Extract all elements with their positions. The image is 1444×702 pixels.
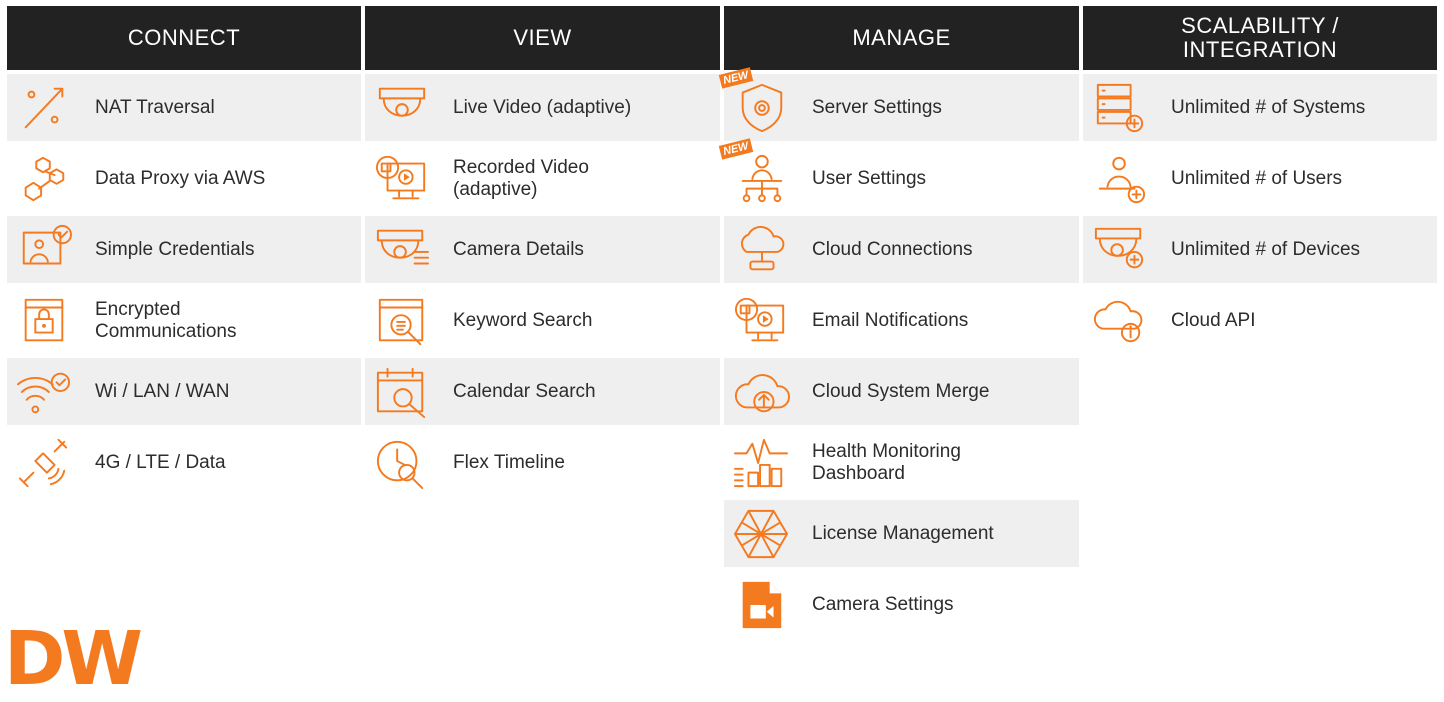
feature-label: Cloud Connections — [812, 238, 973, 260]
feature-item: Health Monitoring Dashboard — [724, 429, 1079, 496]
feature-label: Flex Timeline — [453, 451, 565, 473]
feature-item: Calendar Search — [365, 358, 720, 425]
feature-label: Calendar Search — [453, 380, 596, 402]
feature-item: Live Video (adaptive) — [365, 74, 720, 141]
lock-window-icon — [7, 290, 81, 352]
feature-label: Unlimited # of Users — [1171, 167, 1343, 189]
feature-label: Live Video (adaptive) — [453, 96, 632, 118]
column-header: MANAGE — [724, 6, 1079, 70]
shield-gear-icon: NEW — [718, 66, 798, 139]
column-header: SCALABILITY / INTEGRATION — [1083, 6, 1437, 70]
cloud-info-icon — [1083, 290, 1157, 352]
cloud-upload-icon — [724, 361, 798, 423]
cloud-connection-icon — [724, 219, 798, 281]
feature-item: Cloud System Merge — [724, 358, 1079, 425]
column-view: VIEW Live Video (adaptive) Recorded Video … — [365, 6, 720, 642]
feature-label: Health Monitoring Dashboard — [812, 440, 961, 484]
feature-label: Cloud API — [1171, 309, 1256, 331]
feature-item: 4G / LTE / Data — [7, 429, 361, 496]
dome-camera-icon — [365, 77, 439, 139]
feature-label: Unlimited # of Devices — [1171, 238, 1361, 260]
feature-item: Camera Details — [365, 216, 720, 283]
feature-item: Encrypted Communications — [7, 287, 361, 354]
feature-item: NAT Traversal — [7, 74, 361, 141]
feature-label: User Settings — [812, 167, 927, 189]
feature-grid: CONNECT NAT Traversal Data Proxy via AWS Si… — [7, 6, 1437, 642]
feature-item: Unlimited # of Users — [1083, 145, 1437, 212]
recorded-video-icon — [365, 148, 439, 210]
feature-label: Keyword Search — [453, 309, 593, 331]
health-chart-icon — [724, 432, 798, 494]
feature-item: Cloud API — [1083, 287, 1437, 354]
feature-label: Server Settings — [812, 96, 942, 118]
feature-label: Encrypted Communications — [95, 298, 237, 342]
feature-label: Camera Settings — [812, 593, 954, 615]
camera-file-icon — [724, 574, 798, 636]
feature-item: Flex Timeline — [365, 429, 720, 496]
user-network-icon: NEW — [718, 137, 798, 210]
feature-label: Recorded Video (adaptive) — [453, 156, 589, 200]
column-header: VIEW — [365, 6, 720, 70]
feature-label: Cloud System Merge — [812, 380, 990, 402]
feature-item: Recorded Video (adaptive) — [365, 145, 720, 212]
feature-item: Simple Credentials — [7, 216, 361, 283]
feature-label: Data Proxy via AWS — [95, 167, 266, 189]
email-video-icon — [724, 290, 798, 352]
feature-item: NEW Server Settings — [718, 66, 1079, 141]
feature-item: Data Proxy via AWS — [7, 145, 361, 212]
server-plus-icon — [1083, 77, 1157, 139]
user-plus-icon — [1083, 148, 1157, 210]
feature-label: 4G / LTE / Data — [95, 451, 226, 473]
data-proxy-icon — [7, 148, 81, 210]
feature-label: License Management — [812, 522, 994, 544]
feature-label: Wi / LAN / WAN — [95, 380, 230, 402]
feature-item: Wi / LAN / WAN — [7, 358, 361, 425]
feature-item: Unlimited # of Systems — [1083, 74, 1437, 141]
camera-details-icon — [365, 219, 439, 281]
feature-item: Keyword Search — [365, 287, 720, 354]
camera-plus-icon — [1083, 219, 1157, 281]
feature-item: Email Notifications — [724, 287, 1079, 354]
company-logo: DW — [4, 616, 143, 702]
satellite-icon — [7, 432, 81, 494]
feature-label: NAT Traversal — [95, 96, 215, 118]
nat-traversal-icon — [7, 77, 81, 139]
feature-label: Unlimited # of Systems — [1171, 96, 1366, 118]
feature-item: NEW User Settings — [718, 137, 1079, 212]
credentials-icon — [7, 219, 81, 281]
feature-label: Simple Credentials — [95, 238, 255, 260]
feature-item: License Management — [724, 500, 1079, 567]
column-scalability: SCALABILITY / INTEGRATION Unlimited # of … — [1083, 6, 1437, 642]
calendar-search-icon — [365, 361, 439, 423]
feature-item: Cloud Connections — [724, 216, 1079, 283]
feature-label: Email Notifications — [812, 309, 969, 331]
keyword-search-icon — [365, 290, 439, 352]
wifi-icon — [7, 361, 81, 423]
timeline-clock-icon — [365, 432, 439, 494]
feature-label: Camera Details — [453, 238, 584, 260]
column-header: CONNECT — [7, 6, 361, 70]
feature-item: Unlimited # of Devices — [1083, 216, 1437, 283]
license-hexagon-icon — [724, 503, 798, 565]
column-manage: MANAGE NEW Server Settings NEW User Settings… — [718, 6, 1079, 642]
column-connect: CONNECT NAT Traversal Data Proxy via AWS Si… — [7, 6, 361, 642]
feature-item: Camera Settings — [724, 571, 1079, 638]
